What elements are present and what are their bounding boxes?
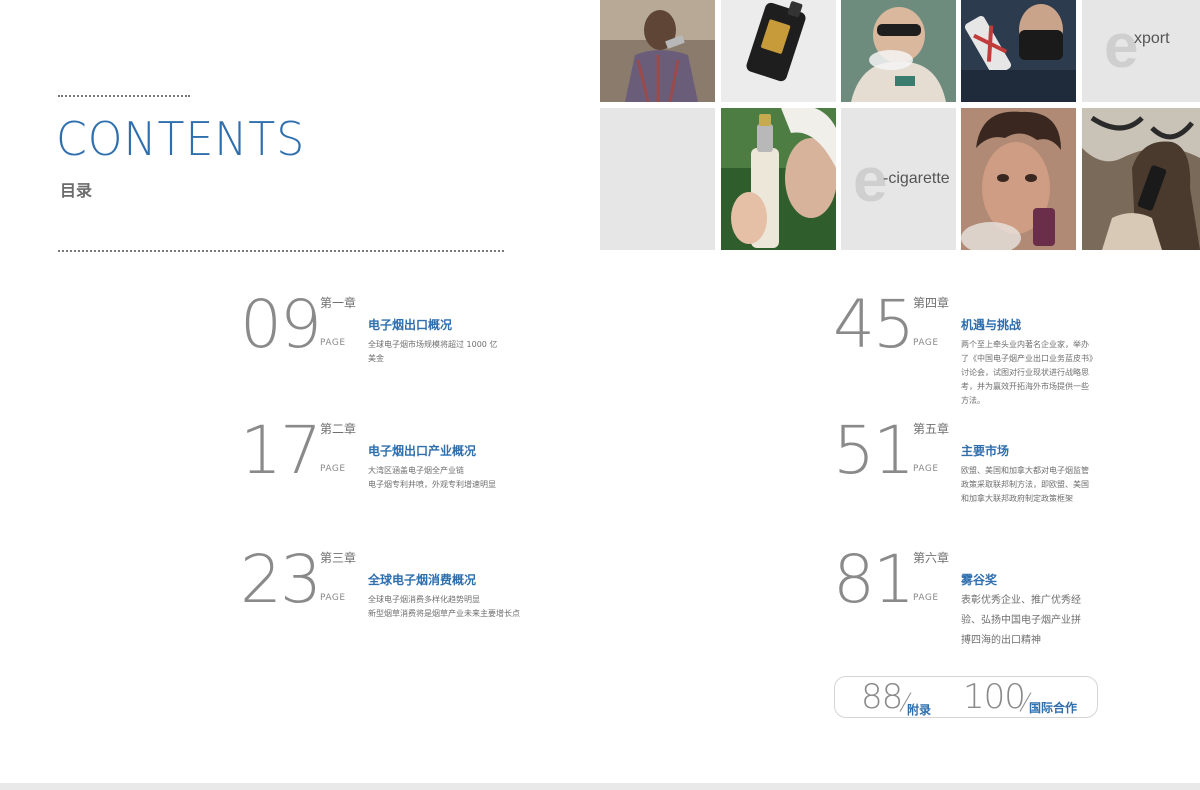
description-line: 全球电子烟市场规模将超过 1000 亿 — [368, 340, 498, 349]
vape-device-photo-icon — [721, 0, 836, 102]
description-line: 表彰优秀企业、推广优秀经 — [961, 595, 1081, 606]
dotted-divider-top — [58, 95, 190, 97]
chapter-label: 第三章 — [320, 551, 357, 565]
chapter-title: 雾谷奖 — [961, 573, 998, 587]
chapter-page-number: 51 — [833, 412, 915, 489]
chapter-label: 第四章 — [913, 296, 950, 310]
description-line: 欧盟、美国和加拿大都对电子烟监管 — [961, 466, 1089, 475]
chapter-description: 表彰优秀企业、推广优秀经 验、弘扬中国电子烟产业拼 搏四海的出口精神 — [961, 591, 1101, 651]
chapter-page-number: 17 — [240, 412, 322, 489]
chapter-label: 第六章 — [913, 551, 950, 565]
chapter-label: 第一章 — [320, 296, 357, 310]
woman-sunglasses-vaping-photo-icon — [841, 0, 956, 102]
chapter-description: 全球电子烟消费多样化趋势明显 新型烟草消费将是烟草产业未来主要增长点 — [368, 593, 520, 621]
photo-tile-2 — [721, 0, 836, 102]
chapter-entry-6[interactable]: 81 第六章 PAGE 雾谷奖 表彰优秀企业、推广优秀经 验、弘扬中国电子烟产业… — [833, 547, 1163, 667]
cooperation-page-number: 100 — [963, 677, 1026, 717]
cooperation-label: 国际合作 — [1029, 701, 1078, 715]
masked-person-vape-photo-icon — [961, 0, 1076, 102]
chapter-description: 全球电子烟市场规模将超过 1000 亿 美金 — [368, 338, 508, 366]
woman-graffiti-vape-photo-icon — [1082, 108, 1200, 250]
chapter-title: 电子烟出口产业概况 — [368, 444, 477, 458]
contents-page: CONTENTS 目录 e xport e -cigarette 09 第一章 … — [0, 0, 1200, 790]
description-line: 政策采取联邦制方法，即欧盟、美国 — [961, 480, 1089, 489]
description-line: 讨论会，试图对行业现状进行战略思 — [961, 368, 1089, 377]
description-line: 方法。 — [961, 396, 985, 405]
chapter-entry-4[interactable]: 45 第四章 PAGE 机遇与挑战 两个至上牵头业内著名企业家，举办 了《中国电… — [833, 292, 1163, 412]
bottom-strip — [0, 783, 1200, 790]
photo-tile-4 — [961, 0, 1076, 102]
chapter-entry-2[interactable]: 17 第二章 PAGE 电子烟出口产业概况 大湾区涵盖电子烟全产业链 电子烟专利… — [240, 418, 570, 538]
description-line: 考，并为赢效开拓海外市场提供一些 — [961, 382, 1089, 391]
photo-tile-7 — [1082, 108, 1200, 250]
chapter-entry-1[interactable]: 09 第一章 PAGE 电子烟出口概况 全球电子烟市场规模将超过 1000 亿 … — [240, 292, 570, 412]
page-label: PAGE — [913, 338, 939, 348]
brand-tile-cigarette: e -cigarette — [841, 108, 956, 250]
chapter-label: 第二章 — [320, 422, 357, 436]
dotted-divider-bottom — [58, 250, 504, 252]
brand-tile-export: e xport — [1082, 0, 1200, 102]
description-line: 两个至上牵头业内著名企业家，举办 — [961, 340, 1089, 349]
chapter-page-number: 23 — [240, 541, 322, 618]
contents-title: CONTENTS — [56, 112, 306, 166]
photo-tile-6 — [961, 108, 1076, 250]
page-label: PAGE — [320, 338, 346, 348]
chapter-page-number: 09 — [240, 286, 322, 363]
chapter-title: 主要市场 — [961, 444, 1010, 458]
chapter-title: 电子烟出口概况 — [368, 318, 453, 332]
page-label: PAGE — [320, 593, 346, 603]
photo-tile-1 — [600, 0, 715, 102]
photo-tile-3 — [841, 0, 956, 102]
description-line: 全球电子烟消费多样化趋势明显 — [368, 595, 480, 604]
chapter-label: 第五章 — [913, 422, 950, 436]
chapter-title: 全球电子烟消费概况 — [368, 573, 477, 587]
appendix-label: 附录 — [907, 703, 932, 717]
photo-tile-blank — [600, 108, 715, 250]
photo-tile-5 — [721, 108, 836, 250]
chapter-description: 大湾区涵盖电子烟全产业链 电子烟专利井喷，外观专利增速明显 — [368, 464, 508, 492]
chapter-title: 机遇与挑战 — [961, 318, 1022, 332]
chapter-entry-5[interactable]: 51 第五章 PAGE 主要市场 欧盟、美国和加拿大都对电子烟监管 政策采取联邦… — [833, 418, 1163, 538]
chapter-description: 两个至上牵头业内著名企业家，举办 了《中国电子烟产业出口业务蓝皮书》 讨论会，试… — [961, 338, 1101, 408]
appendix-page-number: 88 — [861, 677, 903, 717]
chapter-page-number: 81 — [833, 541, 915, 618]
description-line: 搏四海的出口精神 — [961, 635, 1041, 646]
curly-hair-man-vaping-photo-icon — [961, 108, 1076, 250]
description-line: 和加拿大联邦政府制定政策框架 — [961, 494, 1073, 503]
page-label: PAGE — [913, 593, 939, 603]
brand-word-export: xport — [1134, 30, 1170, 47]
chapter-entry-3[interactable]: 23 第三章 PAGE 全球电子烟消费概况 全球电子烟消费多样化趋势明显 新型烟… — [240, 547, 570, 667]
description-line: 大湾区涵盖电子烟全产业链 — [368, 466, 464, 475]
man-vaping-photo-icon — [600, 0, 715, 102]
description-line: 了《中国电子烟产业出口业务蓝皮书》 — [961, 354, 1097, 363]
contents-subtitle: 目录 — [60, 181, 93, 200]
chapter-page-number: 45 — [833, 286, 915, 363]
woman-holding-vape-photo-icon — [721, 108, 836, 250]
page-label: PAGE — [913, 464, 939, 474]
description-line: 电子烟专利井喷，外观专利增速明显 — [368, 480, 496, 489]
appendix-pill: 88 附录 100 国际合作 — [834, 676, 1098, 718]
chapter-description: 欧盟、美国和加拿大都对电子烟监管 政策采取联邦制方法，即欧盟、美国 和加拿大联邦… — [961, 464, 1101, 506]
description-line: 验、弘扬中国电子烟产业拼 — [961, 615, 1081, 626]
description-line: 新型烟草消费将是烟草产业未来主要增长点 — [368, 609, 520, 618]
brand-word-cigarette: -cigarette — [883, 170, 950, 187]
description-line: 美金 — [368, 354, 384, 363]
page-label: PAGE — [320, 464, 346, 474]
